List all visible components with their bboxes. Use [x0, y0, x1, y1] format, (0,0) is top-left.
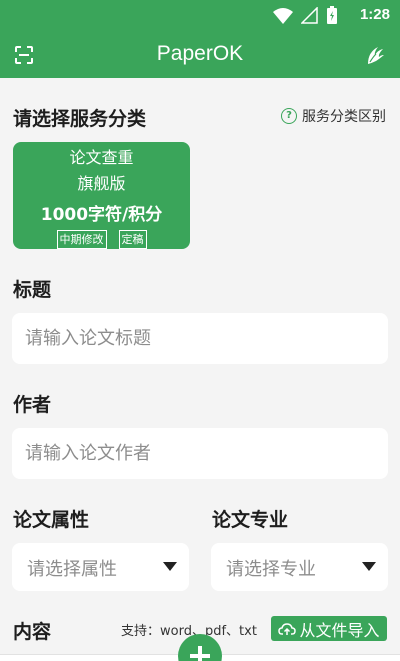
title-input-box	[12, 313, 388, 364]
status-icons	[273, 6, 338, 25]
author-input[interactable]	[12, 428, 388, 479]
status-time: 1:28	[359, 6, 390, 23]
author-input-box	[12, 428, 388, 479]
caret-down-icon	[163, 562, 177, 571]
service-card-edition: 旗舰版	[77, 174, 126, 193]
wifi-icon	[273, 7, 293, 24]
cloud-upload-icon	[278, 622, 297, 635]
attribute-select[interactable]: 请选择属性	[12, 543, 189, 591]
help-icon: ?	[281, 108, 297, 124]
signal-icon	[301, 7, 318, 24]
app-bar: PaperOK	[0, 32, 400, 78]
status-bar: 1:28	[0, 0, 400, 32]
attribute-label: 论文属性	[13, 509, 90, 531]
major-select-placeholder: 请选择专业	[226, 559, 316, 580]
service-help-text: 服务分类区别	[302, 109, 386, 125]
title-input[interactable]	[12, 313, 388, 364]
service-tag: 中期修改	[56, 230, 107, 249]
title-label: 标题	[13, 279, 52, 301]
author-label: 作者	[13, 394, 52, 416]
major-label: 论文专业	[212, 509, 289, 531]
content-label: 内容	[13, 621, 52, 643]
app-title: PaperOK	[156, 42, 244, 65]
service-help-link[interactable]: ? 服务分类区别	[281, 106, 386, 126]
battery-icon	[327, 6, 337, 24]
caret-down-icon	[362, 562, 376, 571]
major-select[interactable]: 请选择专业	[211, 543, 388, 591]
attribute-select-placeholder: 请选择属性	[27, 559, 117, 580]
service-card-name: 论文查重	[69, 148, 134, 167]
brand-logo-icon[interactable]	[364, 44, 386, 66]
import-from-file-button[interactable]: 从文件导入	[271, 616, 387, 641]
service-card-price: 1000字符/积分	[40, 205, 163, 225]
service-card-tags: 中期修改 定稿	[13, 230, 190, 249]
service-card-flagship[interactable]: 论文查重 旗舰版 1000字符/积分 中期修改 定稿	[13, 142, 190, 249]
service-section-label: 请选择服务分类	[13, 108, 147, 130]
service-tag: 定稿	[118, 230, 147, 249]
import-button-label: 从文件导入	[299, 620, 380, 640]
